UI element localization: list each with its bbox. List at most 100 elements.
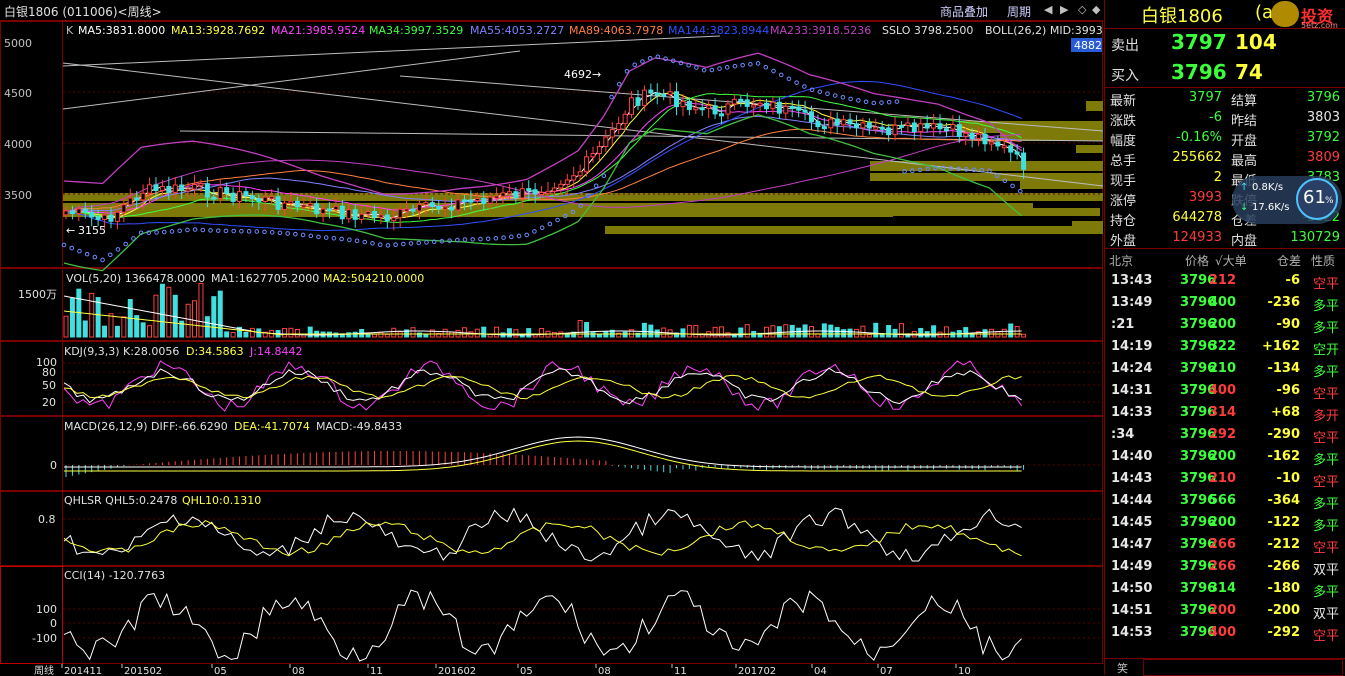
sar-dot: [347, 237, 352, 243]
volume-bar: [423, 333, 429, 338]
candle-body: [667, 91, 673, 95]
candle-body: [134, 197, 140, 201]
candle-body: [102, 214, 108, 220]
volume-bars: [63, 282, 1027, 338]
nav-prev-icon[interactable]: ◀: [1044, 3, 1052, 16]
y-tick-4500: 4500: [4, 87, 32, 100]
nav-plus-icon[interactable]: ◆: [1092, 3, 1100, 16]
sslo-value: SSLO 3798.2500: [882, 24, 973, 37]
ma13-value: MA13:3928.7692: [171, 24, 265, 37]
sar-dot: [840, 94, 846, 100]
sar-dot: [717, 66, 722, 71]
candle-body: [404, 208, 410, 212]
sar-dot: [416, 240, 422, 246]
candle-body: [738, 98, 744, 102]
x-axis-label: 08: [598, 666, 611, 675]
sar-dot: [886, 99, 892, 105]
candle-body: [590, 153, 596, 158]
candle-body: [468, 199, 474, 203]
candle-body: [622, 113, 628, 125]
candle-body: [416, 204, 422, 212]
candle-body: [346, 209, 352, 220]
network-speed-widget[interactable]: ↑ 0.8K/s ↓ 17.6K/s 61 %: [1232, 176, 1342, 224]
candle-body: [500, 192, 506, 197]
x-axis-label: 05: [520, 666, 533, 675]
tick-row[interactable]: 14:44 3796 566 -364 多平: [1105, 490, 1345, 512]
tick-row[interactable]: 13:49 3796 400 -236 多平: [1105, 292, 1345, 314]
tick-row[interactable]: 14:49 3796 266 -266 双平: [1105, 556, 1345, 578]
candle-body: [371, 211, 377, 218]
sar-dot: [794, 80, 799, 85]
sar-dot: [123, 241, 128, 247]
nav-minus-icon[interactable]: ◇: [1078, 3, 1086, 16]
tick-row[interactable]: 14:19 3796 322 +162 空开: [1105, 336, 1345, 358]
volume-bar: [217, 290, 223, 338]
sar-dot: [763, 64, 769, 70]
bid-price[interactable]: 3796: [1171, 60, 1227, 84]
volume-bar: [686, 324, 692, 338]
volume-bar: [712, 326, 718, 338]
tick-row[interactable]: :21 3796 200 -90 多平: [1105, 314, 1345, 336]
stat-label: 总手: [1110, 154, 1137, 169]
y-tick-4000: 4000: [4, 138, 32, 151]
tick-volume: 400: [1208, 625, 1236, 640]
ask-price[interactable]: 3797: [1171, 30, 1227, 54]
candle-body: [82, 208, 88, 213]
tick-time: 14:53: [1111, 625, 1153, 640]
volume-bar: [147, 325, 153, 338]
tick-row[interactable]: 14:33 3796 314 +68 多开: [1105, 402, 1345, 424]
tick-row[interactable]: 14:43 3796 210 -10 空平: [1105, 468, 1345, 490]
volume-bar: [654, 329, 660, 338]
ticks-col-volume[interactable]: √大单: [1215, 252, 1247, 269]
tick-type: 空平: [1313, 541, 1340, 556]
stat-label: 最新: [1110, 94, 1137, 109]
tick-row[interactable]: 14:53 3796 400 -292 空平: [1105, 622, 1345, 644]
sar-dot: [524, 232, 530, 238]
sar-dot: [239, 228, 244, 234]
volume-bar: [641, 322, 647, 338]
candle-body: [1008, 145, 1014, 153]
tick-row[interactable]: 14:31 3796 400 -96 空平: [1105, 380, 1345, 402]
candle-body: [249, 195, 255, 200]
tick-volume: 314: [1208, 581, 1236, 596]
profile-bar: [600, 208, 860, 216]
overlay-menu[interactable]: 商品叠加: [940, 3, 988, 20]
candle-body: [288, 200, 294, 204]
candle-body: [609, 129, 615, 138]
ma-legend: K MA5:3831.8000 MA13:3928.7692 MA21:3985…: [66, 24, 1103, 37]
tick-row[interactable]: 14:24 3796 210 -134 多平: [1105, 358, 1345, 380]
footer-input[interactable]: [1143, 659, 1343, 676]
volume-bar: [442, 328, 448, 338]
nav-next-icon[interactable]: ▶: [1060, 3, 1068, 16]
volume-bar: [288, 327, 294, 338]
volume-bar: [988, 328, 994, 338]
tick-row[interactable]: 14:50 3796 314 -180 多平: [1105, 578, 1345, 600]
tick-row[interactable]: 14:47 3796 266 -212 空平: [1105, 534, 1345, 556]
volume-bar: [384, 333, 390, 338]
tick-row[interactable]: :34 3796 292 -290 空平: [1105, 424, 1345, 446]
candle-body: [905, 122, 911, 127]
tick-row[interactable]: 14:40 3796 200 -162 多平: [1105, 446, 1345, 468]
volume-bar: [918, 327, 924, 338]
candle-body: [616, 123, 622, 131]
tick-position-diff: -236: [1267, 295, 1300, 310]
stat-label: 现手: [1110, 174, 1137, 189]
tick-row[interactable]: 13:43 3796 212 -6 空平: [1105, 270, 1345, 292]
volume-bar: [449, 331, 455, 338]
candle-body: [686, 100, 692, 110]
volume-bar: [892, 328, 898, 338]
period-menu[interactable]: 周期: [1007, 3, 1031, 20]
kline-chart-area[interactable]: 5000 4500 4000 3500 K MA5:3831.8000 MA13…: [0, 21, 1103, 675]
volume-bar: [249, 327, 255, 338]
tick-row[interactable]: 14:51 3796 200 -200 双平: [1105, 600, 1345, 622]
sar-dot: [131, 236, 136, 241]
volume-bar: [648, 324, 654, 338]
candle-body: [950, 124, 956, 130]
tick-row[interactable]: 14:45 3796 200 -122 多平: [1105, 512, 1345, 534]
candle-body: [931, 123, 937, 129]
sar-dot: [408, 241, 414, 246]
candle-body: [269, 196, 275, 200]
volume-bar: [371, 333, 377, 338]
sar-dot: [115, 247, 121, 252]
tick-type: 双平: [1313, 607, 1340, 622]
